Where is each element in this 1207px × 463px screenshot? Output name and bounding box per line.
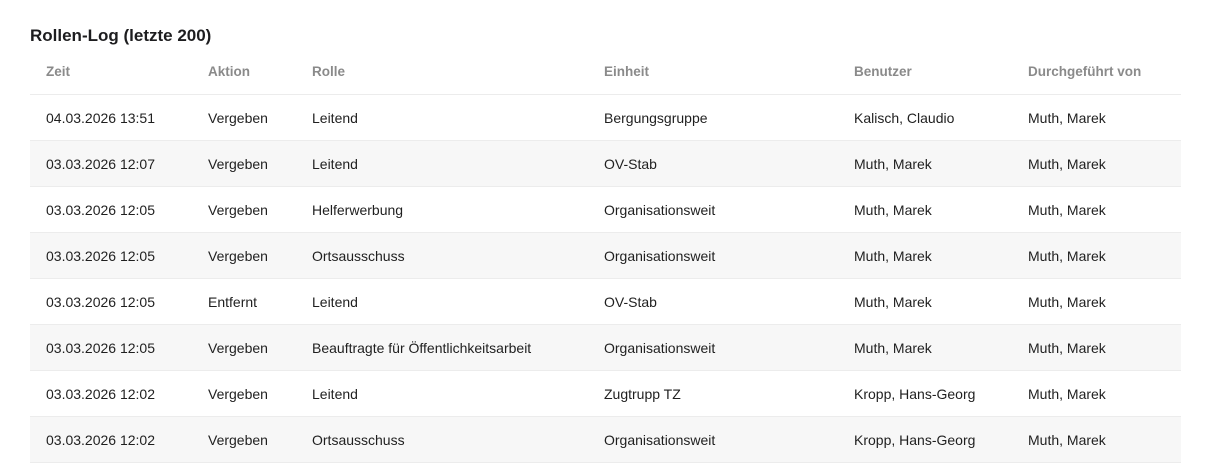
column-header-einheit: Einheit — [588, 49, 838, 95]
table-body: 04.03.2026 13:51 Vergeben Leitend Bergun… — [30, 94, 1181, 463]
cell-benutzer: Kalisch, Claudio — [838, 94, 1012, 141]
column-header-zeit: Zeit — [30, 49, 192, 95]
cell-zeit: 03.03.2026 12:05 — [30, 324, 192, 371]
cell-aktion: Vergeben — [192, 416, 296, 463]
column-header-durchgefuehrt-von: Durchgeführt von — [1012, 49, 1181, 95]
cell-durchgefuehrt-von: Muth, Marek — [1012, 278, 1181, 325]
cell-rolle: Leitend — [296, 278, 588, 325]
table-row: 03.03.2026 12:05 Vergeben Ortsausschuss … — [30, 232, 1181, 279]
cell-durchgefuehrt-von: Muth, Marek — [1012, 416, 1181, 463]
cell-einheit: Bergungsgruppe — [588, 94, 838, 141]
table-row: 03.03.2026 12:05 Vergeben Helferwerbung … — [30, 186, 1181, 233]
table-row: 03.03.2026 12:05 Vergeben Beauftragte fü… — [30, 324, 1181, 371]
role-log-panel: Rollen-Log (letzte 200) Zeit Aktion Roll… — [30, 0, 1181, 463]
cell-rolle: Leitend — [296, 94, 588, 141]
cell-benutzer: Muth, Marek — [838, 140, 1012, 187]
cell-benutzer: Muth, Marek — [838, 186, 1012, 233]
table-row: 03.03.2026 12:07 Vergeben Leitend OV-Sta… — [30, 140, 1181, 187]
cell-aktion: Vergeben — [192, 186, 296, 233]
cell-rolle: Leitend — [296, 140, 588, 187]
cell-durchgefuehrt-von: Muth, Marek — [1012, 140, 1181, 187]
column-header-aktion: Aktion — [192, 49, 296, 95]
table-row: 03.03.2026 12:02 Vergeben Leitend Zugtru… — [30, 370, 1181, 417]
cell-einheit: Zugtrupp TZ — [588, 370, 838, 417]
cell-benutzer: Kropp, Hans-Georg — [838, 370, 1012, 417]
cell-zeit: 03.03.2026 12:02 — [30, 416, 192, 463]
table-row: 03.03.2026 12:05 Entfernt Leitend OV-Sta… — [30, 278, 1181, 325]
cell-zeit: 03.03.2026 12:05 — [30, 232, 192, 279]
cell-aktion: Vergeben — [192, 232, 296, 279]
cell-einheit: Organisationsweit — [588, 324, 838, 371]
header-row: Zeit Aktion Rolle Einheit Benutzer Durch… — [30, 49, 1181, 95]
section-title: Rollen-Log (letzte 200) — [30, 26, 212, 45]
table-header: Zeit Aktion Rolle Einheit Benutzer Durch… — [30, 49, 1181, 95]
cell-rolle: Ortsausschuss — [296, 232, 588, 279]
cell-rolle: Leitend — [296, 370, 588, 417]
cell-benutzer: Kropp, Hans-Georg — [838, 416, 1012, 463]
table-row: 04.03.2026 13:51 Vergeben Leitend Bergun… — [30, 94, 1181, 141]
cell-benutzer: Muth, Marek — [838, 278, 1012, 325]
cell-rolle: Helferwerbung — [296, 186, 588, 233]
cell-rolle: Ortsausschuss — [296, 416, 588, 463]
cell-einheit: OV-Stab — [588, 140, 838, 187]
cell-aktion: Vergeben — [192, 94, 296, 141]
cell-aktion: Vergeben — [192, 140, 296, 187]
cell-durchgefuehrt-von: Muth, Marek — [1012, 186, 1181, 233]
cell-durchgefuehrt-von: Muth, Marek — [1012, 232, 1181, 279]
cell-einheit: Organisationsweit — [588, 416, 838, 463]
cell-einheit: Organisationsweit — [588, 186, 838, 233]
cell-zeit: 03.03.2026 12:05 — [30, 278, 192, 325]
column-header-rolle: Rolle — [296, 49, 588, 95]
cell-zeit: 03.03.2026 12:05 — [30, 186, 192, 233]
cell-zeit: 03.03.2026 12:07 — [30, 140, 192, 187]
role-log-table: Zeit Aktion Rolle Einheit Benutzer Durch… — [30, 49, 1181, 463]
column-header-benutzer: Benutzer — [838, 49, 1012, 95]
cell-zeit: 04.03.2026 13:51 — [30, 94, 192, 141]
table-row: 03.03.2026 12:02 Vergeben Ortsausschuss … — [30, 416, 1181, 463]
cell-durchgefuehrt-von: Muth, Marek — [1012, 94, 1181, 141]
cell-einheit: Organisationsweit — [588, 232, 838, 279]
cell-benutzer: Muth, Marek — [838, 324, 1012, 371]
cell-zeit: 03.03.2026 12:02 — [30, 370, 192, 417]
cell-benutzer: Muth, Marek — [838, 232, 1012, 279]
cell-aktion: Vergeben — [192, 324, 296, 371]
cell-durchgefuehrt-von: Muth, Marek — [1012, 370, 1181, 417]
cell-aktion: Entfernt — [192, 278, 296, 325]
cell-durchgefuehrt-von: Muth, Marek — [1012, 324, 1181, 371]
cell-aktion: Vergeben — [192, 370, 296, 417]
cell-rolle: Beauftragte für Öffentlichkeitsarbeit — [296, 324, 588, 371]
cell-einheit: OV-Stab — [588, 278, 838, 325]
